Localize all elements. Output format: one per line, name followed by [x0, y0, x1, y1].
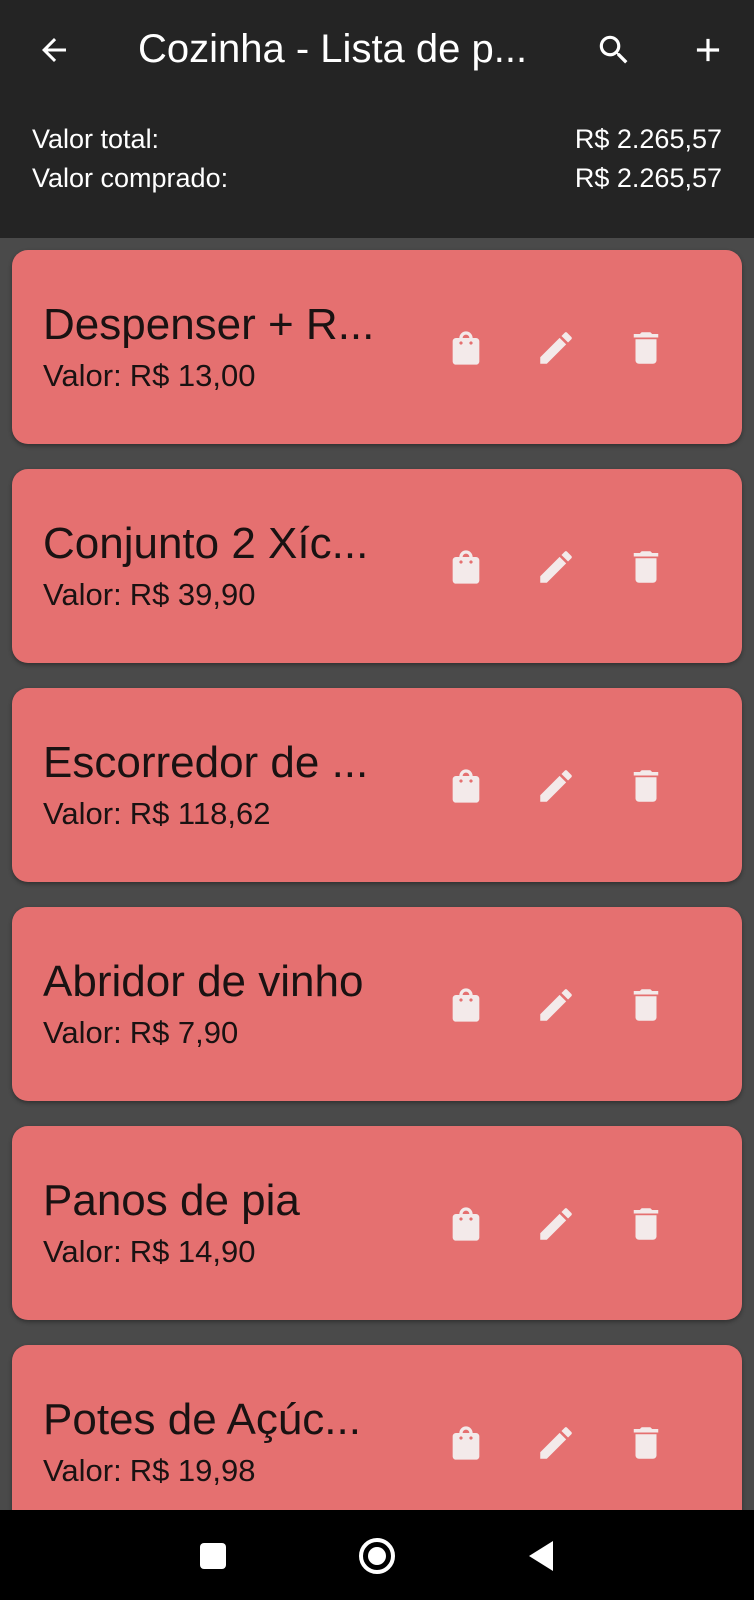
product-price: Valor: R$ 7,90 [43, 1013, 238, 1053]
recent-apps-icon [200, 1543, 226, 1569]
delete-item-button[interactable] [616, 1194, 676, 1254]
edit-item-button[interactable] [526, 1413, 586, 1473]
trash-icon [633, 1208, 659, 1240]
trash-icon [633, 770, 659, 802]
trash-icon [633, 989, 659, 1021]
arrow-back-icon [42, 38, 66, 62]
product-card[interactable]: Conjunto 2 Xíc... Valor: R$ 39,90 [12, 469, 742, 663]
price-value: R$ 13,00 [129, 358, 256, 393]
product-card[interactable]: Despenser + R... Valor: R$ 13,00 [12, 250, 742, 444]
trash-icon [633, 1427, 659, 1459]
recent-apps-button[interactable] [183, 1526, 243, 1586]
total-value-row: Valor total: R$ 2.265,57 [32, 120, 722, 159]
product-card[interactable]: Abridor de vinho Valor: R$ 7,90 [12, 907, 742, 1101]
mark-bought-button[interactable] [436, 1194, 496, 1254]
price-value: R$ 39,90 [129, 577, 256, 612]
product-price: Valor: R$ 14,90 [43, 1232, 256, 1272]
price-prefix: Valor: [43, 796, 122, 831]
page-title: Cozinha - Lista de p... [138, 27, 528, 71]
totals-summary: Valor total: R$ 2.265,57 Valor comprado:… [32, 120, 722, 198]
mark-bought-button[interactable] [436, 537, 496, 597]
bought-value-label: Valor comprado: [32, 163, 229, 193]
edit-item-button[interactable] [526, 1194, 586, 1254]
search-icon [599, 35, 628, 64]
product-name: Panos de pia [43, 1176, 300, 1225]
add-item-button[interactable] [680, 22, 736, 78]
product-name: Potes de Açúc... [43, 1395, 361, 1444]
price-value: R$ 118,62 [129, 796, 271, 831]
shopping-bag-icon [452, 769, 480, 803]
edit-item-button[interactable] [526, 537, 586, 597]
product-name: Conjunto 2 Xíc... [43, 519, 369, 568]
home-button[interactable] [347, 1526, 407, 1586]
edit-item-button[interactable] [526, 318, 586, 378]
mark-bought-button[interactable] [436, 756, 496, 816]
price-value: R$ 14,90 [129, 1234, 256, 1269]
mark-bought-button[interactable] [436, 1413, 496, 1473]
back-button[interactable] [26, 22, 82, 78]
product-price: Valor: R$ 13,00 [43, 356, 256, 396]
pencil-icon [540, 1427, 572, 1459]
price-prefix: Valor: [43, 1234, 122, 1269]
shopping-bag-icon [452, 331, 480, 365]
mark-bought-button[interactable] [436, 975, 496, 1035]
product-name: Abridor de vinho [43, 957, 364, 1006]
bought-value-row: Valor comprado: R$ 2.265,57 [32, 159, 722, 198]
shopping-bag-icon [452, 1207, 480, 1241]
edit-item-button[interactable] [526, 975, 586, 1035]
delete-item-button[interactable] [616, 318, 676, 378]
shopping-bag-icon [452, 1426, 480, 1460]
product-card[interactable]: Escorredor de ... Valor: R$ 118,62 [12, 688, 742, 882]
product-list[interactable]: Despenser + R... Valor: R$ 13,00 Conjunto… [0, 238, 754, 1510]
delete-item-button[interactable] [616, 1413, 676, 1473]
price-prefix: Valor: [43, 358, 122, 393]
pencil-icon [540, 770, 572, 802]
back-nav-button[interactable] [511, 1526, 571, 1586]
price-prefix: Valor: [43, 577, 122, 612]
shopping-bag-icon [452, 988, 480, 1022]
pencil-icon [540, 551, 572, 583]
edit-item-button[interactable] [526, 756, 586, 816]
plus-icon [696, 38, 720, 62]
price-value: R$ 7,90 [129, 1015, 239, 1050]
product-name: Escorredor de ... [43, 738, 369, 787]
pencil-icon [540, 332, 572, 364]
toolbar: Cozinha - Lista de p... [0, 0, 754, 100]
app-bar: Cozinha - Lista de p... Valor total: R$ … [0, 0, 754, 238]
bought-value-amount: R$ 2.265,57 [574, 163, 722, 193]
trash-icon [633, 332, 659, 364]
delete-item-button[interactable] [616, 975, 676, 1035]
pencil-icon [540, 1208, 572, 1240]
total-value-label: Valor total: [32, 124, 160, 154]
product-card[interactable]: Panos de pia Valor: R$ 14,90 [12, 1126, 742, 1320]
search-button[interactable] [586, 22, 642, 78]
price-value: R$ 19,98 [129, 1453, 256, 1488]
product-price: Valor: R$ 19,98 [43, 1451, 256, 1491]
mark-bought-button[interactable] [436, 318, 496, 378]
product-card[interactable]: Potes de Açúc... Valor: R$ 19,98 [12, 1345, 742, 1510]
product-price: Valor: R$ 118,62 [43, 794, 270, 834]
delete-item-button[interactable] [616, 537, 676, 597]
shopping-bag-icon [452, 550, 480, 584]
back-triangle-icon [529, 1541, 553, 1571]
price-prefix: Valor: [43, 1015, 122, 1050]
trash-icon [633, 551, 659, 583]
price-prefix: Valor: [43, 1453, 122, 1488]
system-navigation-bar [0, 1510, 754, 1600]
home-icon [359, 1538, 395, 1574]
product-price: Valor: R$ 39,90 [43, 575, 256, 615]
pencil-icon [540, 989, 572, 1021]
total-value-amount: R$ 2.265,57 [574, 124, 722, 154]
delete-item-button[interactable] [616, 756, 676, 816]
product-name: Despenser + R... [43, 300, 375, 349]
